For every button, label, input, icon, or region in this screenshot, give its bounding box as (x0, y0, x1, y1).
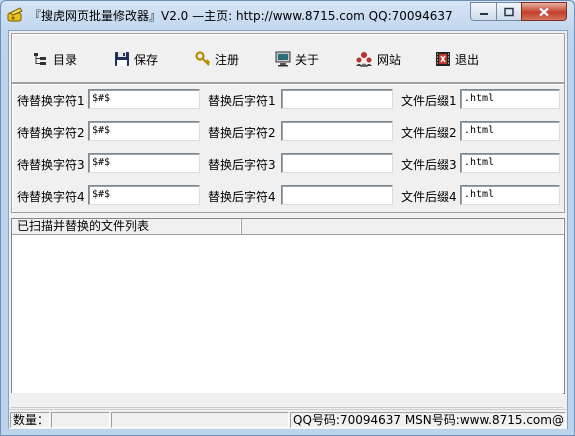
folder-tree-icon (34, 53, 46, 65)
column-header-extra[interactable] (242, 219, 564, 234)
exit-button[interactable]: 退出 (435, 49, 479, 69)
status-bar: 数量： QQ号码:70094637 MSN号码:www.8715.com@ (9, 409, 567, 429)
floppy-disk-icon (115, 52, 129, 66)
replace-row-4: 待替换字符4 $#$ 替换后字符4 文件后缀4 .html (12, 185, 564, 207)
close-icon (539, 7, 549, 16)
exit-film-icon (436, 52, 450, 66)
ext-label-3: 文件后缀3 (401, 158, 457, 172)
title-bar: 『搜虎网页批量修改器』V2.0 —主页: http://www.8715.com… (1, 1, 574, 29)
client-area: 目录 保存 注册 关于 网站 退出 待替换字符1 $#$ 替换后字符1 文件后缀… (8, 30, 568, 429)
find-input-3[interactable]: $#$ (88, 153, 200, 173)
find-label-1: 待替换字符1 (17, 94, 85, 108)
directory-button[interactable]: 目录 (33, 49, 77, 69)
replace-label-1: 替换后字符1 (208, 94, 276, 108)
column-header-files[interactable]: 已扫描并替换的文件列表 (12, 219, 242, 234)
replace-label-3: 替换后字符3 (208, 158, 276, 172)
window-title: 『搜虎网页批量修改器』V2.0 —主页: http://www.8715.com… (29, 9, 453, 23)
file-list[interactable]: 已扫描并替换的文件列表 (11, 218, 565, 394)
find-input-4[interactable]: $#$ (88, 185, 200, 205)
list-footer-strip (11, 393, 563, 408)
about-label: 关于 (295, 52, 320, 67)
toolbar: 目录 保存 注册 关于 网站 退出 (11, 33, 565, 83)
register-button[interactable]: 注册 (195, 49, 239, 69)
close-button[interactable] (521, 2, 567, 21)
status-empty-pane (111, 412, 289, 428)
website-button[interactable]: 网站 (355, 49, 401, 69)
replace-input-2[interactable] (281, 121, 393, 141)
maximize-button[interactable] (496, 2, 522, 21)
main-window: 『搜虎网页批量修改器』V2.0 —主页: http://www.8715.com… (0, 0, 575, 436)
ext-label-4: 文件后缀4 (401, 190, 457, 204)
find-label-3: 待替换字符3 (17, 158, 85, 172)
minimize-button[interactable] (470, 2, 497, 21)
people-network-icon (356, 52, 372, 67)
find-input-2[interactable]: $#$ (88, 121, 200, 141)
file-list-header: 已扫描并替换的文件列表 (12, 219, 564, 235)
find-input-1[interactable]: $#$ (88, 89, 200, 109)
count-value (51, 412, 110, 428)
exit-label: 退出 (455, 52, 480, 67)
save-label: 保存 (134, 52, 159, 67)
ext-input-3[interactable]: .html (460, 153, 560, 173)
ext-input-1[interactable]: .html (460, 89, 560, 109)
replace-input-4[interactable] (281, 185, 393, 205)
minimize-icon (479, 12, 488, 15)
ext-input-2[interactable]: .html (460, 121, 560, 141)
maximize-icon (504, 7, 514, 16)
replace-label-4: 替换后字符4 (208, 190, 276, 204)
about-button[interactable]: 关于 (275, 49, 319, 69)
ext-label-2: 文件后缀2 (401, 126, 457, 140)
website-label: 网站 (377, 52, 402, 67)
register-label: 注册 (215, 52, 240, 67)
replace-input-3[interactable] (281, 153, 393, 173)
replace-row-2: 待替换字符2 $#$ 替换后字符2 文件后缀2 .html (12, 121, 564, 143)
save-button[interactable]: 保存 (114, 49, 158, 69)
directory-label: 目录 (53, 52, 78, 67)
find-label-2: 待替换字符2 (17, 126, 85, 140)
replace-settings-panel: 待替换字符1 $#$ 替换后字符1 文件后缀1 .html 待替换字符2 $#$… (11, 83, 565, 213)
count-label: 数量： (10, 412, 50, 428)
replace-row-1: 待替换字符1 $#$ 替换后字符1 文件后缀1 .html (12, 89, 564, 111)
contact-info: QQ号码:70094637 MSN号码:www.8715.com@ (290, 412, 566, 428)
key-icon (195, 51, 211, 66)
replace-label-2: 替换后字符2 (208, 126, 276, 140)
replace-input-1[interactable] (281, 89, 393, 109)
computer-monitor-icon (275, 51, 291, 67)
ext-label-1: 文件后缀1 (401, 94, 457, 108)
ext-input-4[interactable]: .html (460, 185, 560, 205)
replace-row-3: 待替换字符3 $#$ 替换后字符3 文件后缀3 .html (12, 153, 564, 175)
find-label-4: 待替换字符4 (17, 190, 85, 204)
app-logo-icon (7, 7, 23, 22)
